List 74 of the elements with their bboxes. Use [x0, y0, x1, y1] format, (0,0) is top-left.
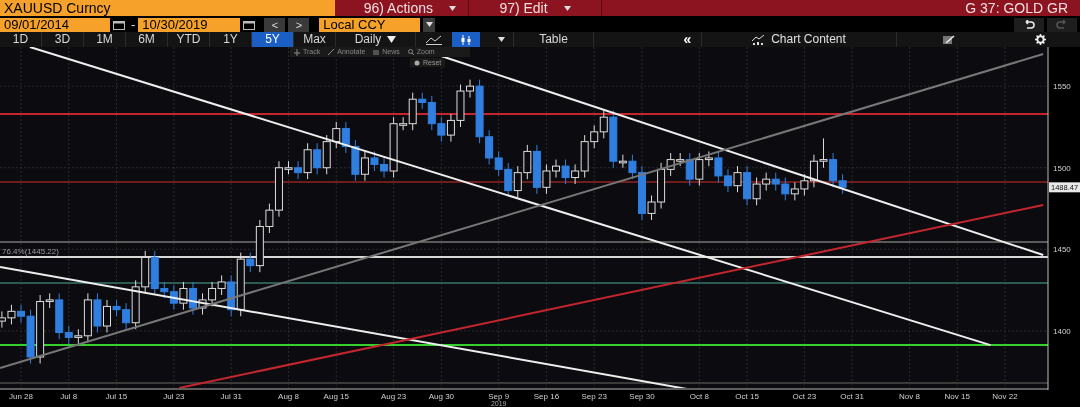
- x-axis-label: Oct 23: [792, 392, 817, 401]
- x-axis-label: Sep 23: [581, 392, 607, 401]
- caret-icon: [449, 5, 456, 11]
- x-axis-label: Jul 23: [163, 392, 185, 401]
- candlestick-icon: [460, 34, 472, 45]
- dropdown-triangle-icon: [387, 36, 397, 43]
- pencil-icon: [328, 49, 335, 55]
- x-axis-label: Jul 31: [220, 392, 242, 401]
- x-axis-label: Sep 16: [533, 392, 560, 401]
- candle: [494, 150, 503, 177]
- calendar-icon[interactable]: [243, 19, 256, 30]
- candle: [179, 281, 188, 311]
- y-axis-label: 1450: [1053, 245, 1071, 255]
- chart-type-button[interactable]: [452, 32, 480, 47]
- x-axis-label: Oct 31: [840, 392, 864, 401]
- period-tab[interactable]: 5Y: [252, 32, 294, 47]
- candle: [790, 181, 799, 201]
- level-label: 76.4%(1445.22): [2, 247, 59, 257]
- page-title: G 37: GOLD GR: [965, 0, 1068, 16]
- candle: [341, 121, 350, 154]
- candle: [93, 292, 102, 334]
- x-axis-label: Nov 8: [899, 392, 920, 401]
- x-axis-label: Jul 15: [105, 392, 128, 401]
- security-field[interactable]: XAUUSD Curncy: [0, 0, 335, 16]
- x-axis-label: Aug 8: [278, 392, 299, 401]
- candle: [771, 172, 780, 192]
- end-date-field[interactable]: 10/30/2019: [138, 17, 241, 32]
- candle: [141, 250, 150, 294]
- next-button[interactable]: >: [288, 17, 310, 32]
- caret-icon: [563, 5, 571, 11]
- undo-button[interactable]: [1014, 17, 1044, 32]
- currency-dropdown[interactable]: [423, 17, 436, 32]
- candle: [561, 159, 570, 185]
- x-axis-label: Aug 15: [323, 392, 349, 401]
- reset-icon: [414, 59, 420, 66]
- edit-icon[interactable]: [942, 34, 955, 45]
- x-axis-label: Aug 23: [380, 392, 407, 401]
- candle: [437, 116, 446, 143]
- settings-icon[interactable]: [1034, 34, 1046, 45]
- undo-icon: [1023, 20, 1035, 29]
- currency-field[interactable]: Local CCY: [319, 17, 421, 32]
- menu-button[interactable]: 97) Edit: [469, 0, 602, 16]
- redo-icon: [1056, 20, 1068, 29]
- candle: [351, 139, 360, 182]
- candle: [723, 168, 732, 193]
- candle: [313, 142, 322, 175]
- candle: [781, 177, 790, 201]
- x-axis-label: Oct 15: [735, 392, 759, 401]
- line-chart-icon: [426, 34, 442, 45]
- start-date-field[interactable]: 09/01/2014: [0, 17, 110, 32]
- y-axis-label: 1550: [1053, 82, 1071, 92]
- x-axis-label: Sep 9: [488, 392, 510, 401]
- menu-button[interactable]: 96) Actions: [335, 0, 469, 16]
- chart-icon: [752, 34, 766, 45]
- x-axis-label: Nov 15: [944, 392, 970, 401]
- x-axis-label: Nov 22: [992, 392, 1018, 401]
- x-axis-label: Jul 8: [60, 392, 78, 401]
- candle: [819, 137, 828, 169]
- date-separator: -: [130, 17, 137, 32]
- crosshair-icon: [294, 48, 300, 56]
- calendar-icon[interactable]: [113, 19, 125, 30]
- candle: [513, 165, 522, 198]
- lines-icon: [373, 49, 380, 55]
- x-axis-label: Oct 8: [689, 392, 709, 401]
- x-axis-label: Jun 28: [9, 392, 34, 401]
- candle: [523, 144, 532, 180]
- y-axis-label: 1400: [1053, 326, 1071, 336]
- previous-button[interactable]: <: [264, 17, 286, 32]
- y-axis-label: 1500: [1053, 163, 1071, 173]
- x-axis-label: Sep 30: [629, 392, 655, 401]
- caret-icon: [498, 37, 505, 42]
- x-axis-label: Aug 30: [428, 392, 455, 401]
- magnifier-icon: [407, 49, 414, 55]
- caret-icon: [425, 22, 433, 27]
